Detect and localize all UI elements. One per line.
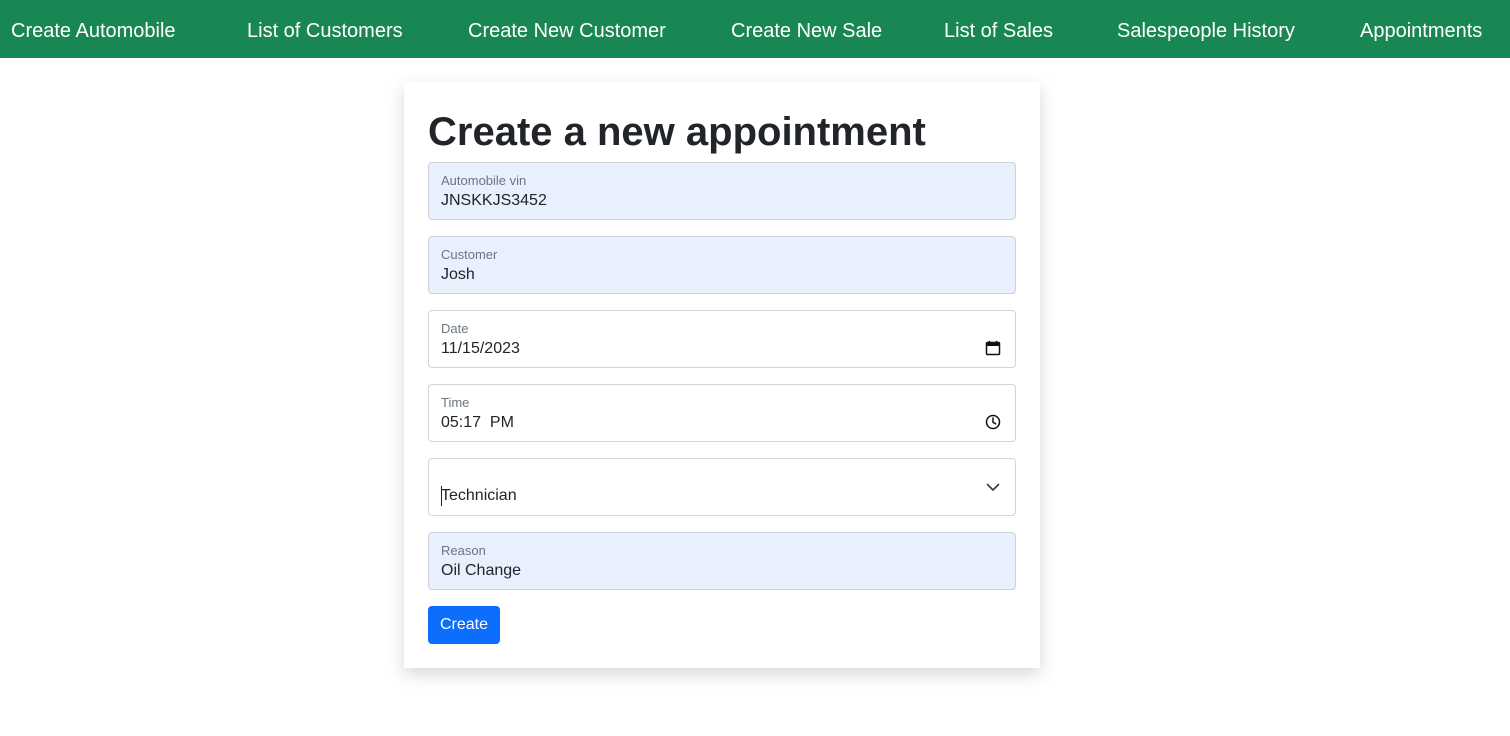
nav-list-of-sales[interactable]: List of Sales bbox=[944, 0, 1053, 58]
technician-select[interactable]: Technician bbox=[428, 458, 1016, 516]
nav-create-new-sale[interactable]: Create New Sale bbox=[731, 0, 882, 58]
calendar-icon[interactable] bbox=[985, 340, 1001, 356]
create-button[interactable]: Create bbox=[428, 606, 500, 644]
customer-field[interactable]: Customer Josh bbox=[428, 236, 1016, 294]
automobile-vin-label: Automobile vin bbox=[441, 173, 527, 188]
chevron-down-icon bbox=[986, 483, 1000, 491]
clock-icon[interactable] bbox=[985, 414, 1001, 430]
customer-value: Josh bbox=[441, 266, 475, 283]
automobile-vin-value: JNSKKJS3452 bbox=[441, 192, 547, 209]
customer-label: Customer bbox=[441, 247, 498, 262]
appointment-form-card: Create a new appointment Automobile vin … bbox=[404, 82, 1040, 668]
page-title: Create a new appointment bbox=[428, 110, 926, 154]
date-field[interactable]: Date 11/15/2023 bbox=[428, 310, 1016, 368]
nav-list-of-customers[interactable]: List of Customers bbox=[247, 0, 403, 58]
automobile-vin-field[interactable]: Automobile vin JNSKKJS3452 bbox=[428, 162, 1016, 220]
nav-create-automobile[interactable]: Create Automobile bbox=[11, 0, 176, 58]
nav-appointments[interactable]: Appointments bbox=[1360, 0, 1482, 58]
technician-selected-value: Technician bbox=[441, 487, 517, 504]
time-value: 05:17 PM bbox=[441, 414, 514, 431]
top-navbar: Create Automobile List of Customers Crea… bbox=[0, 0, 1510, 58]
reason-label: Reason bbox=[441, 543, 486, 558]
reason-field[interactable]: Reason Oil Change bbox=[428, 532, 1016, 590]
nav-salespeople-history[interactable]: Salespeople History bbox=[1117, 0, 1295, 58]
nav-create-new-customer[interactable]: Create New Customer bbox=[468, 0, 666, 58]
date-value: 11/15/2023 bbox=[441, 340, 520, 357]
time-label: Time bbox=[441, 395, 470, 410]
time-field[interactable]: Time 05:17 PM bbox=[428, 384, 1016, 442]
reason-value: Oil Change bbox=[441, 562, 522, 579]
date-label: Date bbox=[441, 321, 469, 336]
